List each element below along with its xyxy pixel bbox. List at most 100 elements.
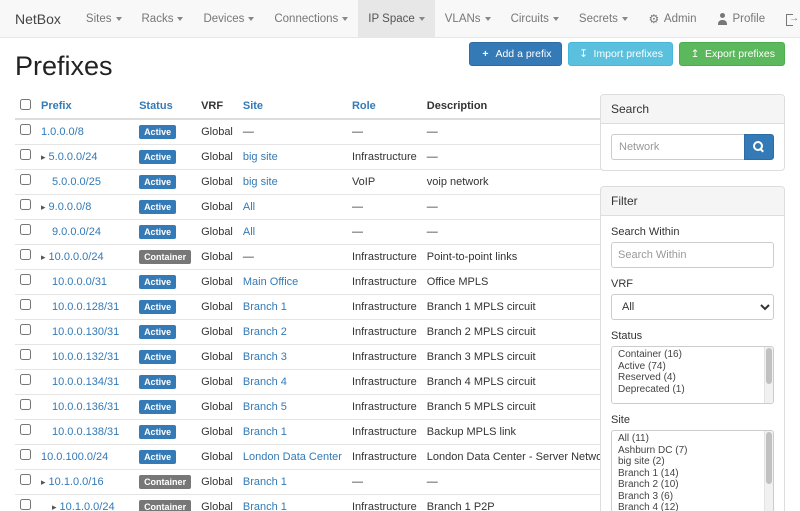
select-all-checkbox[interactable]: [20, 99, 31, 110]
site-link[interactable]: All: [243, 201, 255, 213]
role-cell: —: [347, 220, 422, 245]
chevron-down-icon: [419, 17, 425, 21]
nav-menu-item[interactable]: Racks: [132, 0, 194, 37]
status-badge: Active: [139, 200, 176, 214]
row-checkbox[interactable]: [20, 124, 31, 135]
status-listbox[interactable]: Container (16)Active (74)Reserved (4)Dep…: [611, 346, 774, 404]
row-checkbox[interactable]: [20, 349, 31, 360]
row-checkbox[interactable]: [20, 249, 31, 260]
site-option[interactable]: Ashburn DC (7): [612, 445, 773, 457]
row-checkbox[interactable]: [20, 449, 31, 460]
role-cell: Infrastructure: [347, 245, 422, 270]
site-link[interactable]: big site: [243, 176, 278, 188]
row-checkbox[interactable]: [20, 149, 31, 160]
export-icon: [689, 48, 701, 60]
row-checkbox[interactable]: [20, 474, 31, 485]
site-option[interactable]: Branch 2 (10): [612, 479, 773, 491]
prefix-link[interactable]: 5.0.0.0/25: [52, 176, 101, 188]
site-listbox[interactable]: All (11)Ashburn DC (7)big site (2)Branch…: [611, 430, 774, 511]
vrf-label: VRF: [611, 278, 774, 290]
prefix-link[interactable]: 10.0.0.138/31: [52, 426, 119, 438]
user-menu-item[interactable]: Log out: [775, 0, 800, 37]
prefix-link[interactable]: 9.0.0.0/24: [52, 226, 101, 238]
column-header-status[interactable]: Status: [134, 94, 196, 119]
prefix-link[interactable]: 9.0.0.0/8: [49, 201, 92, 213]
nav-menu-item[interactable]: Circuits: [501, 0, 569, 37]
site-option[interactable]: Branch 4 (12): [612, 502, 773, 511]
row-checkbox[interactable]: [20, 399, 31, 410]
scrollbar[interactable]: [764, 347, 773, 403]
nav-menu-item[interactable]: Devices: [193, 0, 264, 37]
prefix-link[interactable]: 10.0.0.0/24: [49, 251, 104, 263]
row-checkbox[interactable]: [20, 299, 31, 310]
site-link[interactable]: Branch 1: [243, 476, 287, 488]
status-option[interactable]: Container (16): [612, 349, 773, 361]
site-link: —: [243, 251, 254, 263]
column-header-role[interactable]: Role: [347, 94, 422, 119]
site-link[interactable]: Branch 1: [243, 426, 287, 438]
row-checkbox[interactable]: [20, 224, 31, 235]
row-checkbox[interactable]: [20, 424, 31, 435]
row-checkbox[interactable]: [20, 499, 31, 510]
prefix-link[interactable]: 10.0.100.0/24: [41, 451, 108, 463]
table-row: 10.1.0.0/24 Container Global Branch 1 In…: [15, 495, 616, 511]
site-link[interactable]: big site: [243, 151, 278, 163]
nav-menu-item[interactable]: IP Space: [358, 0, 434, 37]
search-button[interactable]: [744, 134, 774, 160]
site-link[interactable]: Main Office: [243, 276, 298, 288]
search-input[interactable]: [611, 134, 744, 160]
site-option[interactable]: Branch 1 (14): [612, 468, 773, 480]
description-cell: —: [422, 145, 617, 170]
site-link[interactable]: Branch 1: [243, 301, 287, 313]
prefix-link[interactable]: 10.0.0.136/31: [52, 401, 119, 413]
user-menu-item[interactable]: Admin: [638, 0, 707, 37]
site-option[interactable]: All (11): [612, 433, 773, 445]
status-option[interactable]: Deprecated (1): [612, 384, 773, 396]
nav-menu-item[interactable]: Secrets: [569, 0, 638, 37]
prefix-link[interactable]: 10.1.0.0/16: [49, 476, 104, 488]
site-link[interactable]: London Data Center: [243, 451, 342, 463]
status-badge: Active: [139, 375, 176, 389]
prefix-link[interactable]: 1.0.0.0/8: [41, 126, 84, 138]
nav-menu-item[interactable]: Sites: [76, 0, 132, 37]
row-checkbox[interactable]: [20, 174, 31, 185]
prefix-link[interactable]: 10.0.0.134/31: [52, 376, 119, 388]
action-button[interactable]: Add a prefix: [469, 42, 561, 66]
chevron-down-icon: [248, 17, 254, 21]
site-link[interactable]: All: [243, 226, 255, 238]
status-option[interactable]: Active (74): [612, 361, 773, 373]
site-link[interactable]: Branch 1: [243, 501, 287, 511]
action-button[interactable]: Import prefixes: [568, 42, 673, 66]
app-logo[interactable]: NetBox: [0, 0, 76, 37]
row-checkbox[interactable]: [20, 274, 31, 285]
site-option[interactable]: big site (2): [612, 456, 773, 468]
nav-menu-label: Sites: [86, 13, 112, 25]
row-checkbox[interactable]: [20, 199, 31, 210]
site-link[interactable]: Branch 5: [243, 401, 287, 413]
vrf-select[interactable]: All: [611, 294, 774, 320]
status-option[interactable]: Reserved (4): [612, 372, 773, 384]
prefix-link[interactable]: 5.0.0.0/24: [49, 151, 98, 163]
action-button[interactable]: Export prefixes: [679, 42, 785, 66]
site-link[interactable]: Branch 3: [243, 351, 287, 363]
prefix-table-container: Prefix Status VRF Site Role Description: [15, 94, 585, 511]
user-menu-item[interactable]: Profile: [707, 0, 776, 37]
nav-menu-item[interactable]: VLANs: [435, 0, 501, 37]
nav-menu-label: Secrets: [579, 13, 618, 25]
column-header-prefix[interactable]: Prefix: [36, 94, 134, 119]
prefix-link[interactable]: 10.0.0.128/31: [52, 301, 119, 313]
row-checkbox[interactable]: [20, 374, 31, 385]
prefix-link[interactable]: 10.0.0.132/31: [52, 351, 119, 363]
role-cell: —: [347, 195, 422, 220]
column-header-site[interactable]: Site: [238, 94, 347, 119]
nav-menu-item[interactable]: Connections: [264, 0, 358, 37]
row-checkbox[interactable]: [20, 324, 31, 335]
prefix-link[interactable]: 10.0.0.0/31: [52, 276, 107, 288]
site-link[interactable]: Branch 4: [243, 376, 287, 388]
prefix-link[interactable]: 10.1.0.0/24: [60, 501, 115, 511]
site-option[interactable]: Branch 3 (6): [612, 491, 773, 503]
prefix-link[interactable]: 10.0.0.130/31: [52, 326, 119, 338]
site-link[interactable]: Branch 2: [243, 326, 287, 338]
scrollbar[interactable]: [764, 431, 773, 511]
search-within-input[interactable]: [611, 242, 774, 268]
